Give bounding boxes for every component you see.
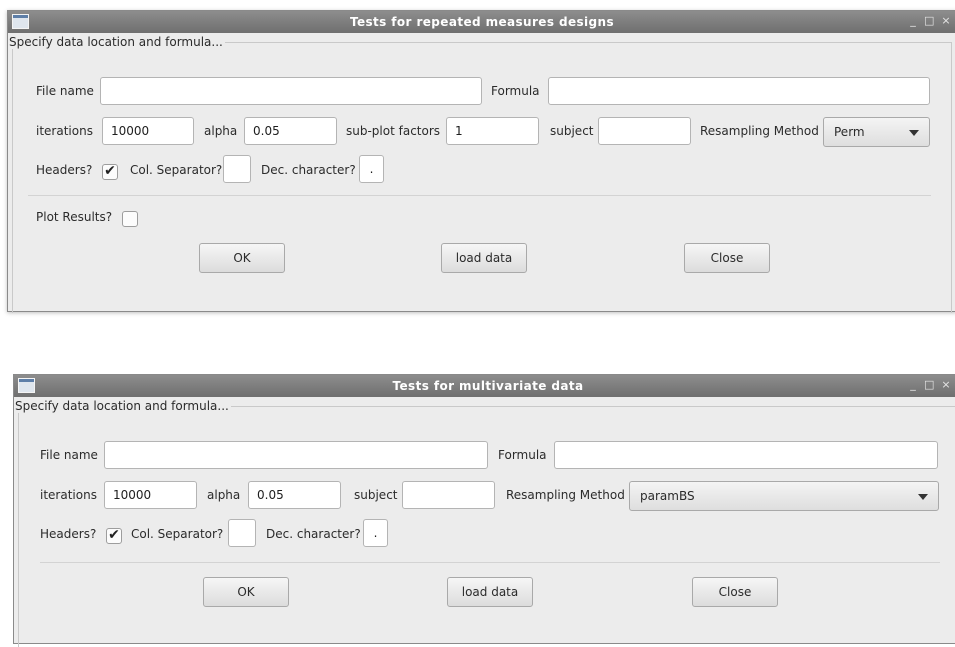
load-data-button[interactable]: load data [441,243,527,273]
close-button[interactable]: Close [684,243,770,273]
resampling-method-value: paramBS [640,489,695,503]
window-title: Tests for repeated measures designs [349,15,615,29]
minimize-icon[interactable]: _ [908,14,918,27]
file-name-label: File name [36,84,94,98]
headers-checkbox[interactable]: ✔ [102,164,118,180]
subplot-factors-input[interactable]: 1 [446,117,539,145]
separator [40,562,940,563]
chevron-down-icon [918,494,928,500]
subject-label: subject [550,124,594,138]
close-button[interactable]: Close [692,577,778,607]
dec-character-label: Dec. character? [261,163,356,177]
close-window-icon[interactable]: × [941,378,951,391]
alpha-input[interactable]: 0.05 [248,481,341,509]
load-data-button[interactable]: load data [447,577,533,607]
window-title: Tests for multivariate data [392,379,584,393]
resampling-method-select[interactable]: paramBS [629,481,939,511]
col-separator-input[interactable] [223,155,251,183]
chevron-down-icon [909,130,919,136]
multivariate-window: Tests for multivariate data _ □ × Specif… [13,374,955,647]
formula-label: Formula [498,448,547,462]
resampling-method-select[interactable]: Perm [823,117,930,147]
formula-input[interactable] [554,441,938,469]
iterations-input[interactable]: 10000 [104,481,197,509]
file-name-label: File name [40,448,98,462]
subject-input[interactable] [598,117,691,145]
ok-button[interactable]: OK [199,243,285,273]
iterations-label: iterations [36,124,93,138]
subject-label: subject [354,488,398,502]
title-bar[interactable]: Tests for repeated measures designs _ □ … [8,11,955,33]
headers-label: Headers? [36,163,93,177]
alpha-input[interactable]: 0.05 [244,117,337,145]
close-window-icon[interactable]: × [941,14,951,27]
alpha-label: alpha [207,488,241,502]
resampling-method-label: Resampling Method [700,124,819,138]
file-name-input[interactable] [100,77,482,105]
maximize-icon[interactable]: □ [924,14,934,27]
iterations-label: iterations [40,488,97,502]
dec-character-input[interactable]: . [359,155,384,183]
group-legend: Specify data location and formula... [15,399,231,413]
title-bar[interactable]: Tests for multivariate data _ □ × [14,375,955,397]
col-separator-label: Col. Separator? [130,163,223,177]
resampling-method-value: Perm [834,125,865,139]
plot-results-checkbox[interactable] [122,211,138,227]
maximize-icon[interactable]: □ [924,378,934,391]
headers-label: Headers? [40,527,97,541]
repeated-measures-window: Tests for repeated measures designs _ □ … [7,10,955,313]
ok-button[interactable]: OK [203,577,289,607]
resampling-method-label: Resampling Method [506,488,625,502]
iterations-input[interactable]: 10000 [102,117,194,145]
dec-character-label: Dec. character? [266,527,361,541]
formula-input[interactable] [548,77,930,105]
headers-checkbox[interactable]: ✔ [106,528,122,544]
file-name-input[interactable] [104,441,488,469]
separator [28,195,931,196]
formula-label: Formula [491,84,540,98]
subject-input[interactable] [402,481,495,509]
subplot-factors-label: sub-plot factors [346,124,441,138]
alpha-label: alpha [204,124,238,138]
minimize-icon[interactable]: _ [908,378,918,391]
dec-character-input[interactable]: . [363,519,388,547]
plot-results-label: Plot Results? [36,210,113,224]
col-separator-label: Col. Separator? [131,527,224,541]
group-legend: Specify data location and formula... [9,35,225,49]
col-separator-input[interactable] [228,519,256,547]
